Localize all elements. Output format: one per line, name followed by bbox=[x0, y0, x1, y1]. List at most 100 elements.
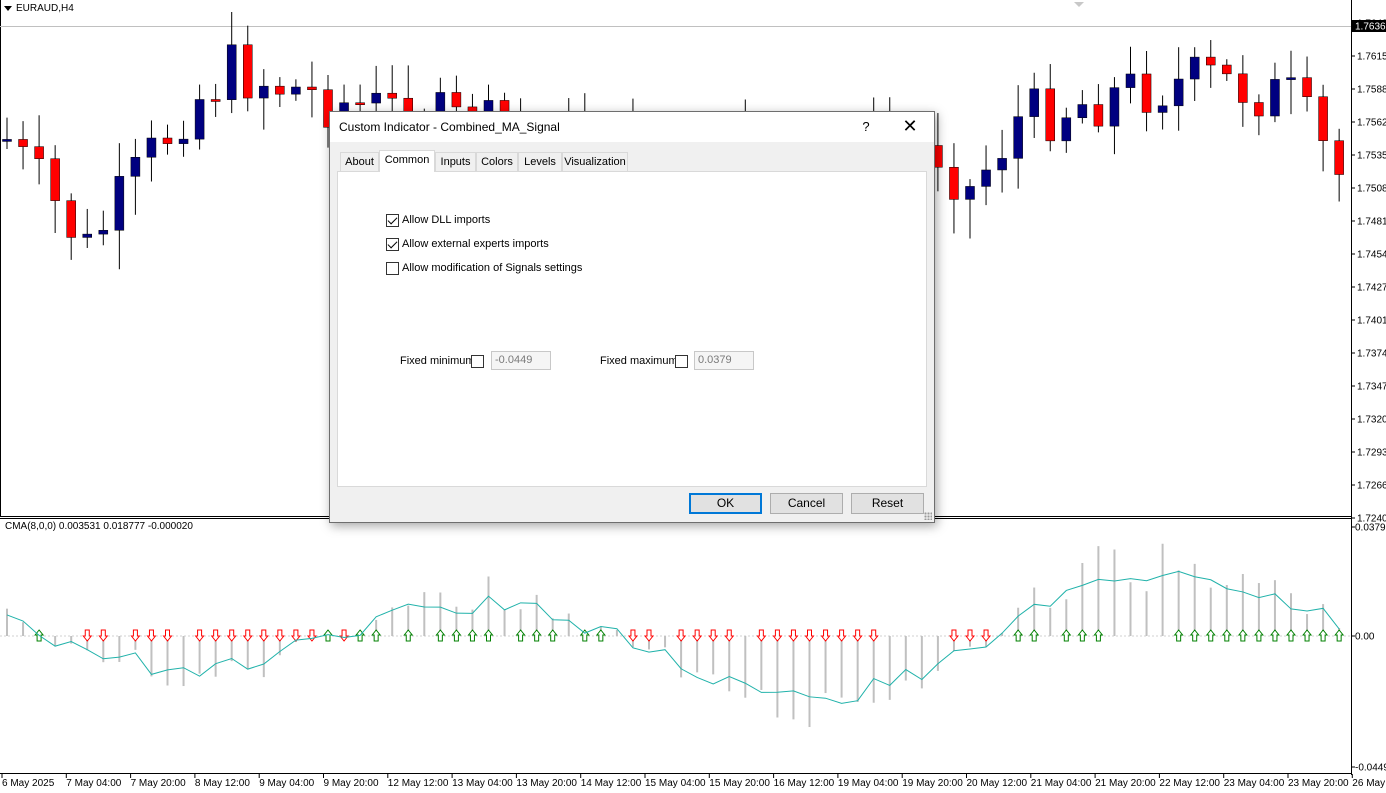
fixed-maximum-label: Fixed maximum bbox=[600, 355, 678, 367]
candle-bull bbox=[82, 233, 92, 238]
signal-up-arrow-icon bbox=[1205, 629, 1216, 642]
signal-up-arrow-icon bbox=[1077, 629, 1088, 642]
resize-grip-icon[interactable] bbox=[924, 512, 932, 520]
candle-bull bbox=[1125, 73, 1136, 88]
time-tick-label: 7 May 20:00 bbox=[131, 778, 186, 789]
allow-dll-imports-checkbox[interactable] bbox=[386, 214, 399, 227]
indicator-label: CMA(8,0,0) 0.003531 0.018777 -0.000020 bbox=[5, 521, 193, 532]
signal-down-arrow-icon bbox=[162, 629, 173, 642]
time-tick-label: 7 May 04:00 bbox=[66, 778, 121, 789]
signal-down-arrow-icon bbox=[627, 629, 638, 642]
fixed-maximum-checkbox[interactable] bbox=[675, 355, 688, 368]
tab-inputs[interactable]: Inputs bbox=[435, 152, 476, 171]
candle-bull bbox=[371, 92, 381, 104]
signal-up-arrow-icon bbox=[1061, 629, 1072, 642]
fixed-maximum-input[interactable]: 0.0379 bbox=[694, 351, 754, 370]
candle-bear bbox=[1093, 104, 1104, 127]
signal-up-arrow-icon bbox=[531, 629, 542, 642]
signal-up-arrow-icon bbox=[1189, 629, 1200, 642]
candle-bear bbox=[1238, 73, 1248, 103]
tab-common[interactable]: Common bbox=[379, 150, 435, 172]
close-button[interactable]: ✕ bbox=[896, 116, 924, 138]
candle-bull bbox=[1286, 77, 1296, 80]
candle-bull bbox=[146, 137, 157, 158]
price-axis: 1.76421.76151.75881.75621.75351.75081.74… bbox=[1351, 19, 1386, 525]
signal-up-arrow-icon bbox=[451, 629, 462, 642]
allow-signals-modification-checkbox[interactable] bbox=[386, 262, 399, 275]
dialog-titlebar[interactable]: Custom Indicator - Combined_MA_Signal ? … bbox=[330, 112, 934, 142]
time-tick-label: 19 May 04:00 bbox=[838, 778, 899, 789]
ok-button[interactable]: OK bbox=[689, 493, 762, 514]
allow-external-experts-label[interactable]: Allow external experts imports bbox=[402, 238, 549, 250]
candle-bull bbox=[1013, 116, 1023, 159]
candle-bull bbox=[114, 176, 125, 231]
candle-bear bbox=[162, 137, 173, 144]
symbol-dropdown-icon[interactable] bbox=[4, 6, 12, 11]
price-tick-label: 1.7535 bbox=[1357, 151, 1386, 162]
indicator-tick-label: 0.00 bbox=[1355, 632, 1375, 643]
signal-down-arrow-icon bbox=[756, 629, 767, 642]
allow-dll-imports-label[interactable]: Allow DLL imports bbox=[402, 214, 490, 226]
signal-up-arrow-icon bbox=[1237, 629, 1248, 642]
fixed-minimum-input[interactable]: -0.0449 bbox=[491, 351, 551, 370]
price-tick-label: 1.7320 bbox=[1357, 415, 1386, 426]
signal-up-arrow-icon bbox=[483, 629, 494, 642]
candle-bull bbox=[178, 138, 189, 144]
symbol-label[interactable]: EURAUD,H4 bbox=[16, 3, 74, 14]
time-tick-label: 21 May 04:00 bbox=[1031, 778, 1092, 789]
signal-up-arrow-icon bbox=[1029, 629, 1040, 642]
signal-down-arrow-icon bbox=[676, 629, 687, 642]
time-tick-label: 21 May 20:00 bbox=[1095, 778, 1156, 789]
candle-bear bbox=[66, 200, 76, 238]
time-tick-label: 14 May 12:00 bbox=[581, 778, 642, 789]
signal-up-arrow-icon bbox=[1253, 629, 1264, 642]
signal-down-arrow-icon bbox=[274, 629, 285, 642]
time-tick-label: 20 May 12:00 bbox=[967, 778, 1028, 789]
candle-bear bbox=[307, 86, 317, 90]
signal-up-arrow-icon bbox=[467, 629, 478, 642]
signal-down-arrow-icon bbox=[772, 629, 783, 642]
candle-bull bbox=[194, 99, 205, 140]
candle-bull bbox=[997, 158, 1007, 171]
signal-up-arrow-icon bbox=[515, 629, 526, 642]
cma-line bbox=[6, 570, 1340, 704]
candle-bull bbox=[291, 86, 301, 95]
price-tick-label: 1.7508 bbox=[1357, 184, 1386, 195]
tab-visualization[interactable]: Visualization bbox=[562, 152, 628, 171]
price-tick-label: 1.7401 bbox=[1357, 316, 1386, 327]
common-tab-panel: Allow DLL imports Allow external experts… bbox=[337, 171, 927, 487]
time-tick-label: 15 May 04:00 bbox=[645, 778, 706, 789]
time-tick-label: 13 May 04:00 bbox=[452, 778, 513, 789]
candle-bear bbox=[1254, 102, 1264, 117]
signal-down-arrow-icon bbox=[948, 629, 959, 642]
help-button[interactable]: ? bbox=[855, 116, 877, 138]
signal-down-arrow-icon bbox=[98, 629, 109, 642]
tab-about[interactable]: About bbox=[340, 152, 379, 171]
time-tick-label: 26 May 12:00 bbox=[1352, 778, 1386, 789]
signal-up-arrow-icon bbox=[1318, 629, 1329, 642]
tab-colors[interactable]: Colors bbox=[476, 152, 518, 171]
signal-down-arrow-icon bbox=[868, 629, 879, 642]
signal-up-arrow-icon bbox=[1173, 629, 1184, 642]
reset-button[interactable]: Reset bbox=[851, 493, 924, 514]
fixed-minimum-checkbox[interactable] bbox=[471, 355, 484, 368]
candle-bull bbox=[98, 230, 109, 235]
indicator-tick-label: 0.03793 bbox=[1355, 523, 1386, 534]
allow-signals-modification-label[interactable]: Allow modification of Signals settings bbox=[402, 262, 582, 274]
candle-bull bbox=[1189, 56, 1200, 80]
allow-external-experts-checkbox[interactable] bbox=[386, 238, 399, 251]
tab-levels[interactable]: Levels bbox=[518, 152, 562, 171]
candle-bear bbox=[355, 102, 365, 105]
price-tick-label: 1.7266 bbox=[1357, 481, 1386, 492]
candle-bull bbox=[226, 44, 237, 100]
time-tick-label: 6 May 2025 bbox=[2, 778, 55, 789]
time-tick-label: 12 May 12:00 bbox=[388, 778, 449, 789]
candle-bear bbox=[1206, 56, 1216, 66]
signal-up-arrow-icon bbox=[371, 629, 382, 642]
signal-down-arrow-icon bbox=[146, 629, 157, 642]
signal-up-arrow-icon bbox=[595, 629, 606, 642]
candle-bull bbox=[1109, 87, 1120, 127]
fixed-minimum-label: Fixed minimum bbox=[400, 355, 475, 367]
candle-bear bbox=[18, 139, 28, 147]
cancel-button[interactable]: Cancel bbox=[770, 493, 843, 514]
